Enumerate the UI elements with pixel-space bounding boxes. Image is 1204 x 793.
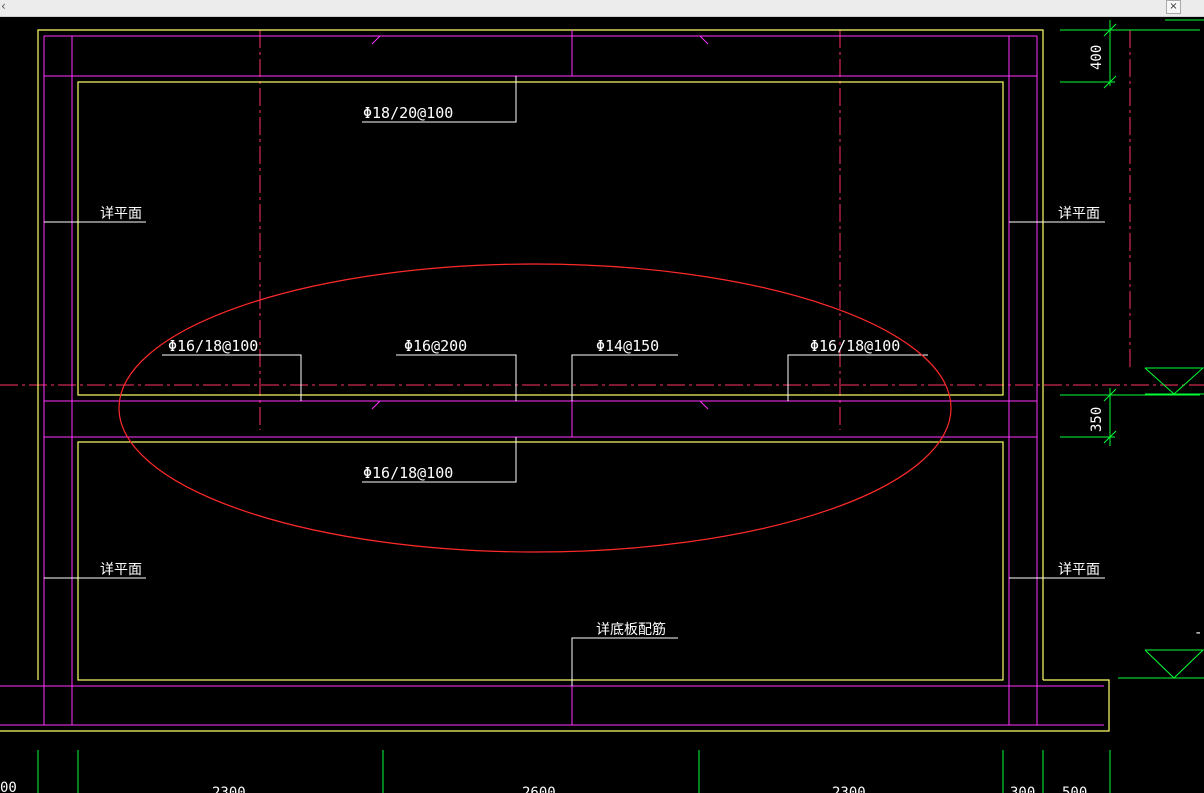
label-lower-slab-rebar: Φ16/18@100 [363, 464, 453, 482]
dim-span-3: 2300 [832, 785, 866, 793]
cad-drawing-canvas[interactable]: Φ18/20@100 详平面 详平面 Φ16/18@100 Φ16@200 Φ1… [0, 17, 1204, 793]
dim-span-1: 2300 [212, 785, 246, 793]
label-mid-left-rebar: Φ16/18@100 [168, 337, 258, 355]
collapse-icon[interactable]: ‹ [1, 0, 6, 13]
label-left-lower-ref: 详平面 [100, 562, 142, 578]
canvas-background [0, 17, 1204, 793]
dim-wall-1: 300 [1010, 785, 1035, 793]
dim-wall-2: 500 [1062, 785, 1087, 793]
dim-left-edge: 00 [0, 780, 17, 793]
title-strip: ‹ × [0, 0, 1204, 17]
label-right-upper-ref: 详平面 [1058, 206, 1100, 222]
label-mid-right-rebar: Φ16/18@100 [810, 337, 900, 355]
dim-mid-thickness: 350 [1089, 407, 1105, 432]
dim-span-2: 2600 [522, 785, 556, 793]
label-right-lower-ref: 详平面 [1058, 562, 1100, 578]
label-left-upper-ref: 详平面 [100, 206, 142, 222]
dim-right-edge: - [1194, 625, 1202, 641]
label-mid-center-right-rebar: Φ14@150 [596, 337, 659, 355]
close-icon[interactable]: × [1166, 0, 1181, 14]
label-mid-center-left-rebar: Φ16@200 [404, 337, 467, 355]
label-top-slab-rebar: Φ18/20@100 [363, 104, 453, 122]
label-base-slab-ref: 详底板配筋 [596, 621, 666, 638]
dim-top-thickness: 400 [1089, 45, 1105, 70]
